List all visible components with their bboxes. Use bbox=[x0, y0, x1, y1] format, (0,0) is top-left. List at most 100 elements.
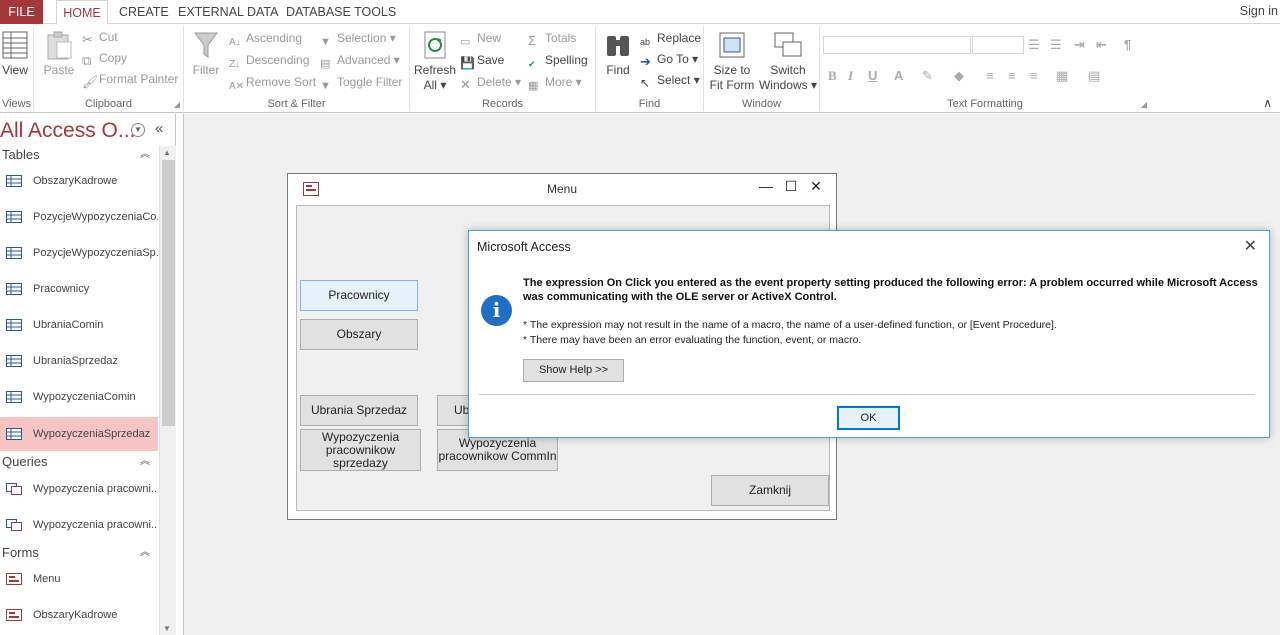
gridlines-icon[interactable]: ▦ bbox=[1056, 68, 1068, 84]
nav-section-tables[interactable]: Tables ︽ bbox=[0, 146, 158, 164]
toggle-filter-icon: ▼ bbox=[320, 80, 331, 92]
descending-button[interactable]: Z↓ Descending bbox=[229, 50, 309, 70]
advanced-button[interactable]: ▤ Advanced ▾ bbox=[320, 50, 400, 70]
nav-item-table[interactable]: PozycjeWypozyczeniaCo... bbox=[0, 200, 158, 234]
font-size-combo[interactable] bbox=[972, 36, 1024, 54]
numbering-icon[interactable]: ☰ bbox=[1050, 37, 1062, 53]
text-formatting-launcher-icon[interactable]: ◢ bbox=[1141, 100, 1147, 109]
new-record-button[interactable]: ▭ New bbox=[460, 28, 501, 48]
group-sort-filter: Filter A↓ Ascending Z↓ Descending A✕ Remove… bbox=[184, 26, 410, 111]
scroll-down-icon[interactable]: ▼ bbox=[163, 624, 171, 633]
tab-home[interactable]: HOME bbox=[56, 0, 108, 25]
totals-button[interactable]: Σ Totals bbox=[528, 28, 576, 48]
cut-label: Cut bbox=[99, 30, 118, 44]
nav-item-label: Wypozyczenia pracowni... bbox=[33, 483, 158, 495]
tab-file[interactable]: FILE bbox=[0, 0, 43, 24]
obszary-button[interactable]: Obszary bbox=[300, 319, 418, 350]
font-name-combo[interactable] bbox=[823, 36, 971, 54]
selection-button[interactable]: ▼ Selection ▾ bbox=[320, 28, 396, 48]
nav-item-form[interactable]: ObszaryKadrowe bbox=[0, 598, 158, 632]
tab-external-data[interactable]: EXTERNAL DATA bbox=[170, 0, 286, 24]
nav-item-table[interactable]: UbraniaSprzedaz bbox=[0, 344, 158, 378]
underline-icon[interactable]: U bbox=[868, 68, 877, 83]
nav-item-form[interactable]: Menu bbox=[0, 562, 158, 596]
selection-label: Selection bbox=[337, 31, 387, 45]
indent-icon[interactable]: ⇥ bbox=[1074, 37, 1085, 53]
nav-item-table[interactable]: UbraniaComin bbox=[0, 308, 158, 342]
shutter-bar-close-icon[interactable]: « bbox=[155, 120, 163, 137]
alternate-row-color-icon[interactable]: ▤ bbox=[1088, 68, 1100, 84]
nav-section-queries[interactable]: Queries ︽ bbox=[0, 453, 158, 471]
ubrania-sprzedaz-button[interactable]: Ubrania Sprzedaz bbox=[300, 395, 418, 426]
nav-item-table[interactable]: WypozyczeniaComin bbox=[0, 380, 158, 414]
bullets-icon[interactable]: ☰ bbox=[1028, 37, 1040, 53]
nav-item-table[interactable]: Pracownicy bbox=[0, 272, 158, 306]
more-button[interactable]: ▦ More ▾ bbox=[528, 72, 582, 92]
spelling-button[interactable]: ✔ Spelling bbox=[528, 50, 588, 70]
copy-button[interactable]: ⧉ Copy bbox=[82, 48, 127, 68]
outdent-icon[interactable]: ⇤ bbox=[1096, 37, 1107, 53]
table-icon bbox=[6, 247, 22, 259]
nav-section-forms[interactable]: Forms ︽ bbox=[0, 544, 158, 562]
italic-icon[interactable]: I bbox=[848, 68, 853, 84]
bold-icon[interactable]: B bbox=[828, 68, 837, 84]
nav-scrollbar[interactable]: ▲ ▼ bbox=[159, 146, 176, 635]
replace-button[interactable]: ab Replace bbox=[640, 28, 701, 48]
group-views: View Views bbox=[0, 26, 34, 111]
align-right-icon[interactable]: ≡ bbox=[1030, 68, 1038, 83]
nav-item-query[interactable]: Wypozyczenia pracowni... bbox=[0, 508, 158, 542]
nav-item-table-selected[interactable]: WypozyczeniaSprzedaz bbox=[0, 417, 158, 451]
cut-button[interactable]: ✂ Cut bbox=[82, 27, 118, 47]
new-label: New bbox=[477, 31, 502, 45]
wypozyczenia-sprzedazy-button[interactable]: Wypozyczenia pracownikow sprzedazy bbox=[300, 429, 421, 471]
find-button[interactable]: Find bbox=[600, 30, 636, 78]
toggle-filter-button[interactable]: ▼ Toggle Filter bbox=[320, 72, 402, 92]
scrollbar-thumb[interactable] bbox=[162, 160, 175, 426]
nav-item-label: Wypozyczenia pracowni... bbox=[33, 519, 158, 531]
goto-button[interactable]: ➔ Go To ▾ bbox=[640, 49, 698, 69]
sign-in-link[interactable]: Sign in bbox=[1240, 0, 1278, 24]
refresh-all-button[interactable]: Refresh All ▾ bbox=[414, 30, 456, 93]
show-help-button[interactable]: Show Help >> bbox=[523, 359, 624, 382]
filter-button[interactable]: Filter bbox=[188, 30, 224, 78]
align-left-icon[interactable]: ≡ bbox=[986, 68, 994, 83]
size-to-fit-label-2: Fit Form bbox=[709, 78, 755, 92]
nav-pane-title[interactable]: All Access O... bbox=[0, 118, 135, 144]
replace-icon: ab bbox=[640, 37, 651, 47]
maximize-icon[interactable]: ☐ bbox=[780, 178, 802, 195]
scroll-up-icon[interactable]: ▲ bbox=[163, 148, 171, 157]
ascending-button[interactable]: A↓ Ascending bbox=[229, 28, 302, 48]
size-to-fit-icon bbox=[719, 32, 745, 58]
select-button[interactable]: ↖ Select ▾ bbox=[640, 70, 700, 90]
paste-button[interactable]: Paste bbox=[40, 30, 78, 78]
save-record-button[interactable]: 💾 Save bbox=[460, 50, 504, 70]
delete-record-button[interactable]: ✕ Delete ▾ bbox=[460, 72, 521, 92]
zamknij-button[interactable]: Zamknij bbox=[711, 475, 829, 506]
dialog-close-icon[interactable]: ✕ bbox=[1244, 236, 1257, 256]
nav-item-table[interactable]: ObszaryKadrowe bbox=[0, 164, 158, 198]
pracownicy-button[interactable]: Pracownicy bbox=[300, 280, 418, 311]
switch-windows-button[interactable]: Switch Windows ▾ bbox=[758, 30, 818, 93]
paragraph-icon[interactable]: ¶ bbox=[1124, 37, 1131, 52]
format-painter-button[interactable]: 🖌Format Painter bbox=[82, 69, 178, 89]
font-color-icon[interactable]: A bbox=[894, 68, 903, 83]
collapse-ribbon-icon[interactable]: ∧ bbox=[1263, 96, 1272, 110]
nav-item-label: Menu bbox=[33, 573, 61, 585]
fill-color-icon[interactable]: ◆ bbox=[954, 68, 964, 84]
button-line-2: pracownikow sprzedazy bbox=[325, 442, 396, 470]
nav-item-query[interactable]: Wypozyczenia pracowni... bbox=[0, 472, 158, 506]
tab-create[interactable]: CREATE bbox=[111, 0, 177, 24]
view-button[interactable]: View bbox=[0, 30, 30, 78]
tab-database-tools[interactable]: DATABASE TOOLS bbox=[278, 0, 404, 24]
clipboard-launcher-icon[interactable]: ◢ bbox=[174, 100, 180, 109]
align-center-icon[interactable]: ≡ bbox=[1008, 68, 1016, 83]
nav-item-table[interactable]: PozycjeWypozyczeniaSp... bbox=[0, 236, 158, 270]
ok-button[interactable]: OK bbox=[837, 406, 900, 430]
minimize-icon[interactable]: — bbox=[755, 178, 777, 194]
close-icon[interactable]: ✕ bbox=[805, 178, 827, 195]
highlight-icon[interactable]: ✎ bbox=[922, 68, 933, 84]
select-label: Select bbox=[657, 73, 691, 87]
size-to-fit-form-button[interactable]: Size to Fit Form bbox=[706, 30, 758, 93]
nav-pane-menu-icon[interactable]: ▼ bbox=[131, 123, 145, 137]
remove-sort-button[interactable]: A✕ Remove Sort bbox=[229, 72, 316, 92]
